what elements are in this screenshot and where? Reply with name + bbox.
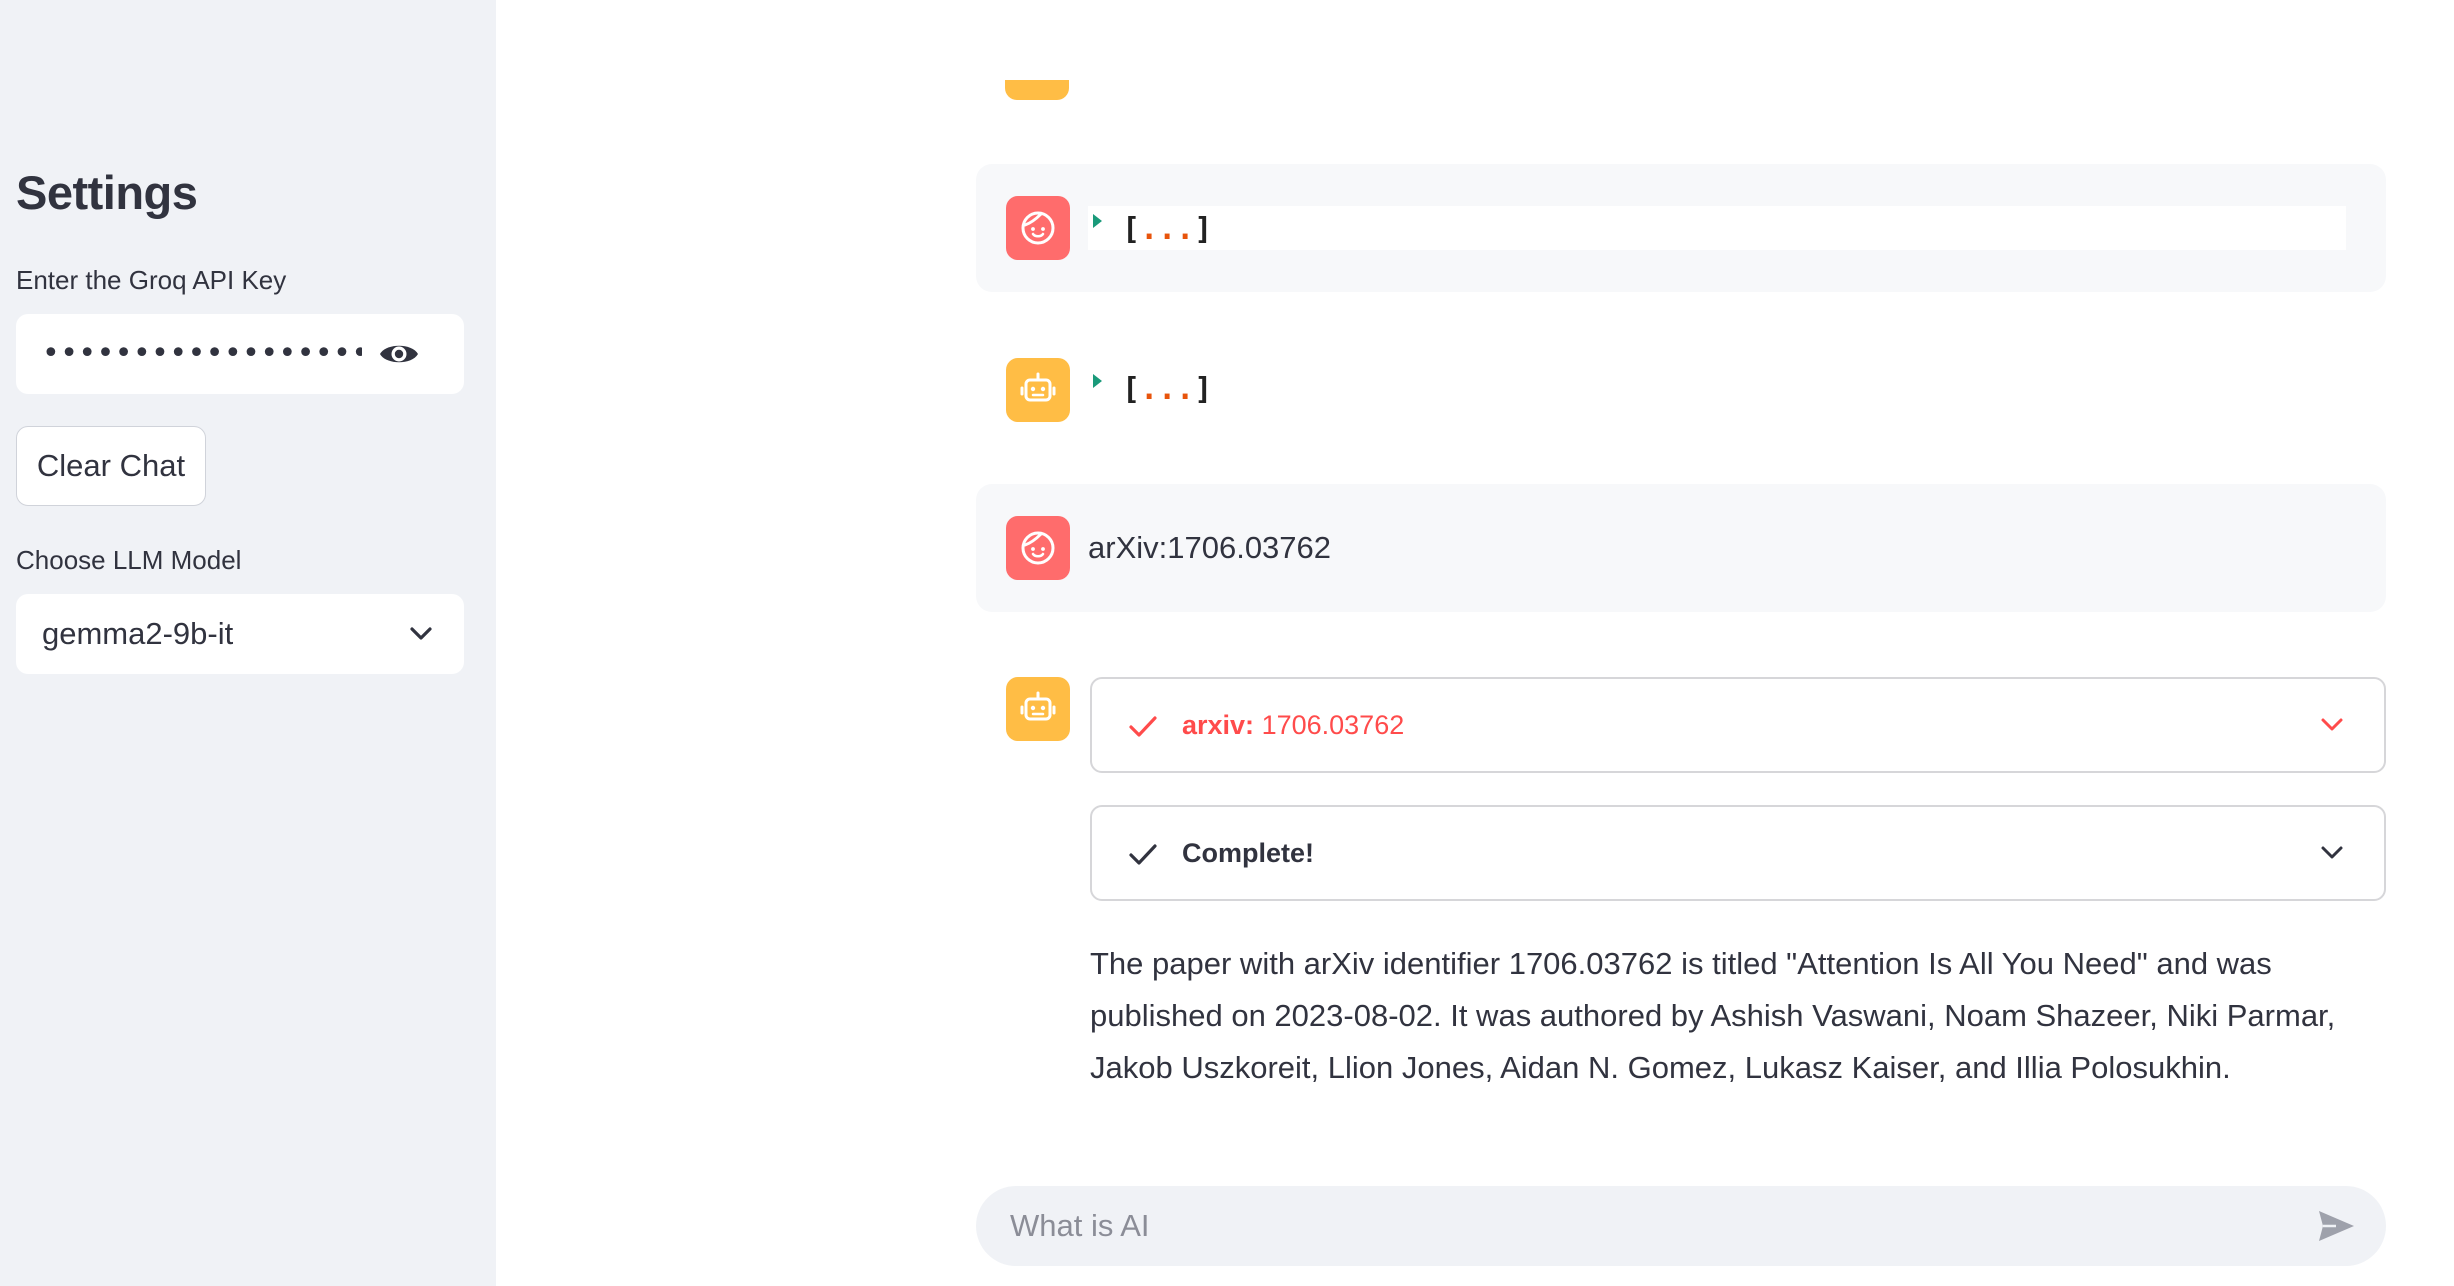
- assistant-avatar: [1006, 677, 1070, 741]
- api-key-field[interactable]: ••••••••••••••••••••••••••••••••••••••: [16, 314, 464, 394]
- tool-step-label: arxiv: 1706.03762: [1182, 710, 1405, 740]
- smiling-face-icon: [1021, 211, 1055, 245]
- sidebar: Settings Enter the Groq API Key ••••••••…: [0, 0, 496, 1286]
- chat-message-user: [...]: [976, 164, 2386, 292]
- json-collapsed: [...]: [1122, 372, 1213, 407]
- api-key-label: Enter the Groq API Key: [16, 265, 287, 295]
- assistant-avatar: [1006, 358, 1070, 422]
- clear-chat-button[interactable]: Clear Chat: [16, 426, 206, 506]
- chat-message-assistant: [...]: [976, 334, 2386, 452]
- chevron-down-icon[interactable]: [2320, 715, 2344, 735]
- chevron-down-icon[interactable]: [2320, 843, 2344, 863]
- tool-step-arxiv[interactable]: arxiv: 1706.03762: [1090, 677, 2386, 773]
- check-icon: [1129, 844, 1157, 865]
- app-root: Settings Enter the Groq API Key ••••••••…: [0, 0, 2454, 1286]
- assistant-answer: The paper with arXiv identifier 1706.037…: [1090, 946, 2336, 1085]
- json-collapsed: [...]: [1122, 212, 1213, 247]
- tool-step-label: Complete!: [1182, 838, 1315, 868]
- user-avatar: [1006, 516, 1070, 580]
- tool-step-complete[interactable]: Complete!: [1090, 805, 2386, 901]
- model-select[interactable]: gemma2-9b-it: [16, 594, 464, 674]
- send-icon[interactable]: [2316, 1208, 2356, 1244]
- check-icon: [1129, 716, 1157, 737]
- chat-input[interactable]: What is AI: [976, 1186, 2386, 1266]
- model-label: Choose LLM Model: [16, 545, 242, 575]
- json-viewer[interactable]: [...]: [1088, 366, 2346, 410]
- smiling-face-icon: [1021, 531, 1055, 565]
- caret-right-icon[interactable]: [1090, 212, 1104, 230]
- chat-message-user: arXiv:1706.03762: [976, 484, 2386, 612]
- api-key-value[interactable]: ••••••••••••••••••••••••••••••••••••••: [42, 314, 362, 394]
- caret-right-icon[interactable]: [1090, 372, 1104, 390]
- chat-input-placeholder: What is AI: [1010, 1208, 1150, 1243]
- json-viewer[interactable]: [...]: [1088, 206, 2346, 250]
- chevron-down-icon: [410, 627, 432, 640]
- model-select-value: gemma2-9b-it: [42, 616, 234, 651]
- message-text: arXiv:1706.03762: [1088, 530, 1332, 565]
- sidebar-title: Settings: [16, 166, 198, 219]
- user-avatar: [1006, 196, 1070, 260]
- robot-face-icon: [1020, 691, 1056, 721]
- eye-icon[interactable]: [378, 338, 420, 370]
- scrolled-avatar: [1005, 80, 1069, 100]
- robot-face-icon: [1020, 372, 1056, 402]
